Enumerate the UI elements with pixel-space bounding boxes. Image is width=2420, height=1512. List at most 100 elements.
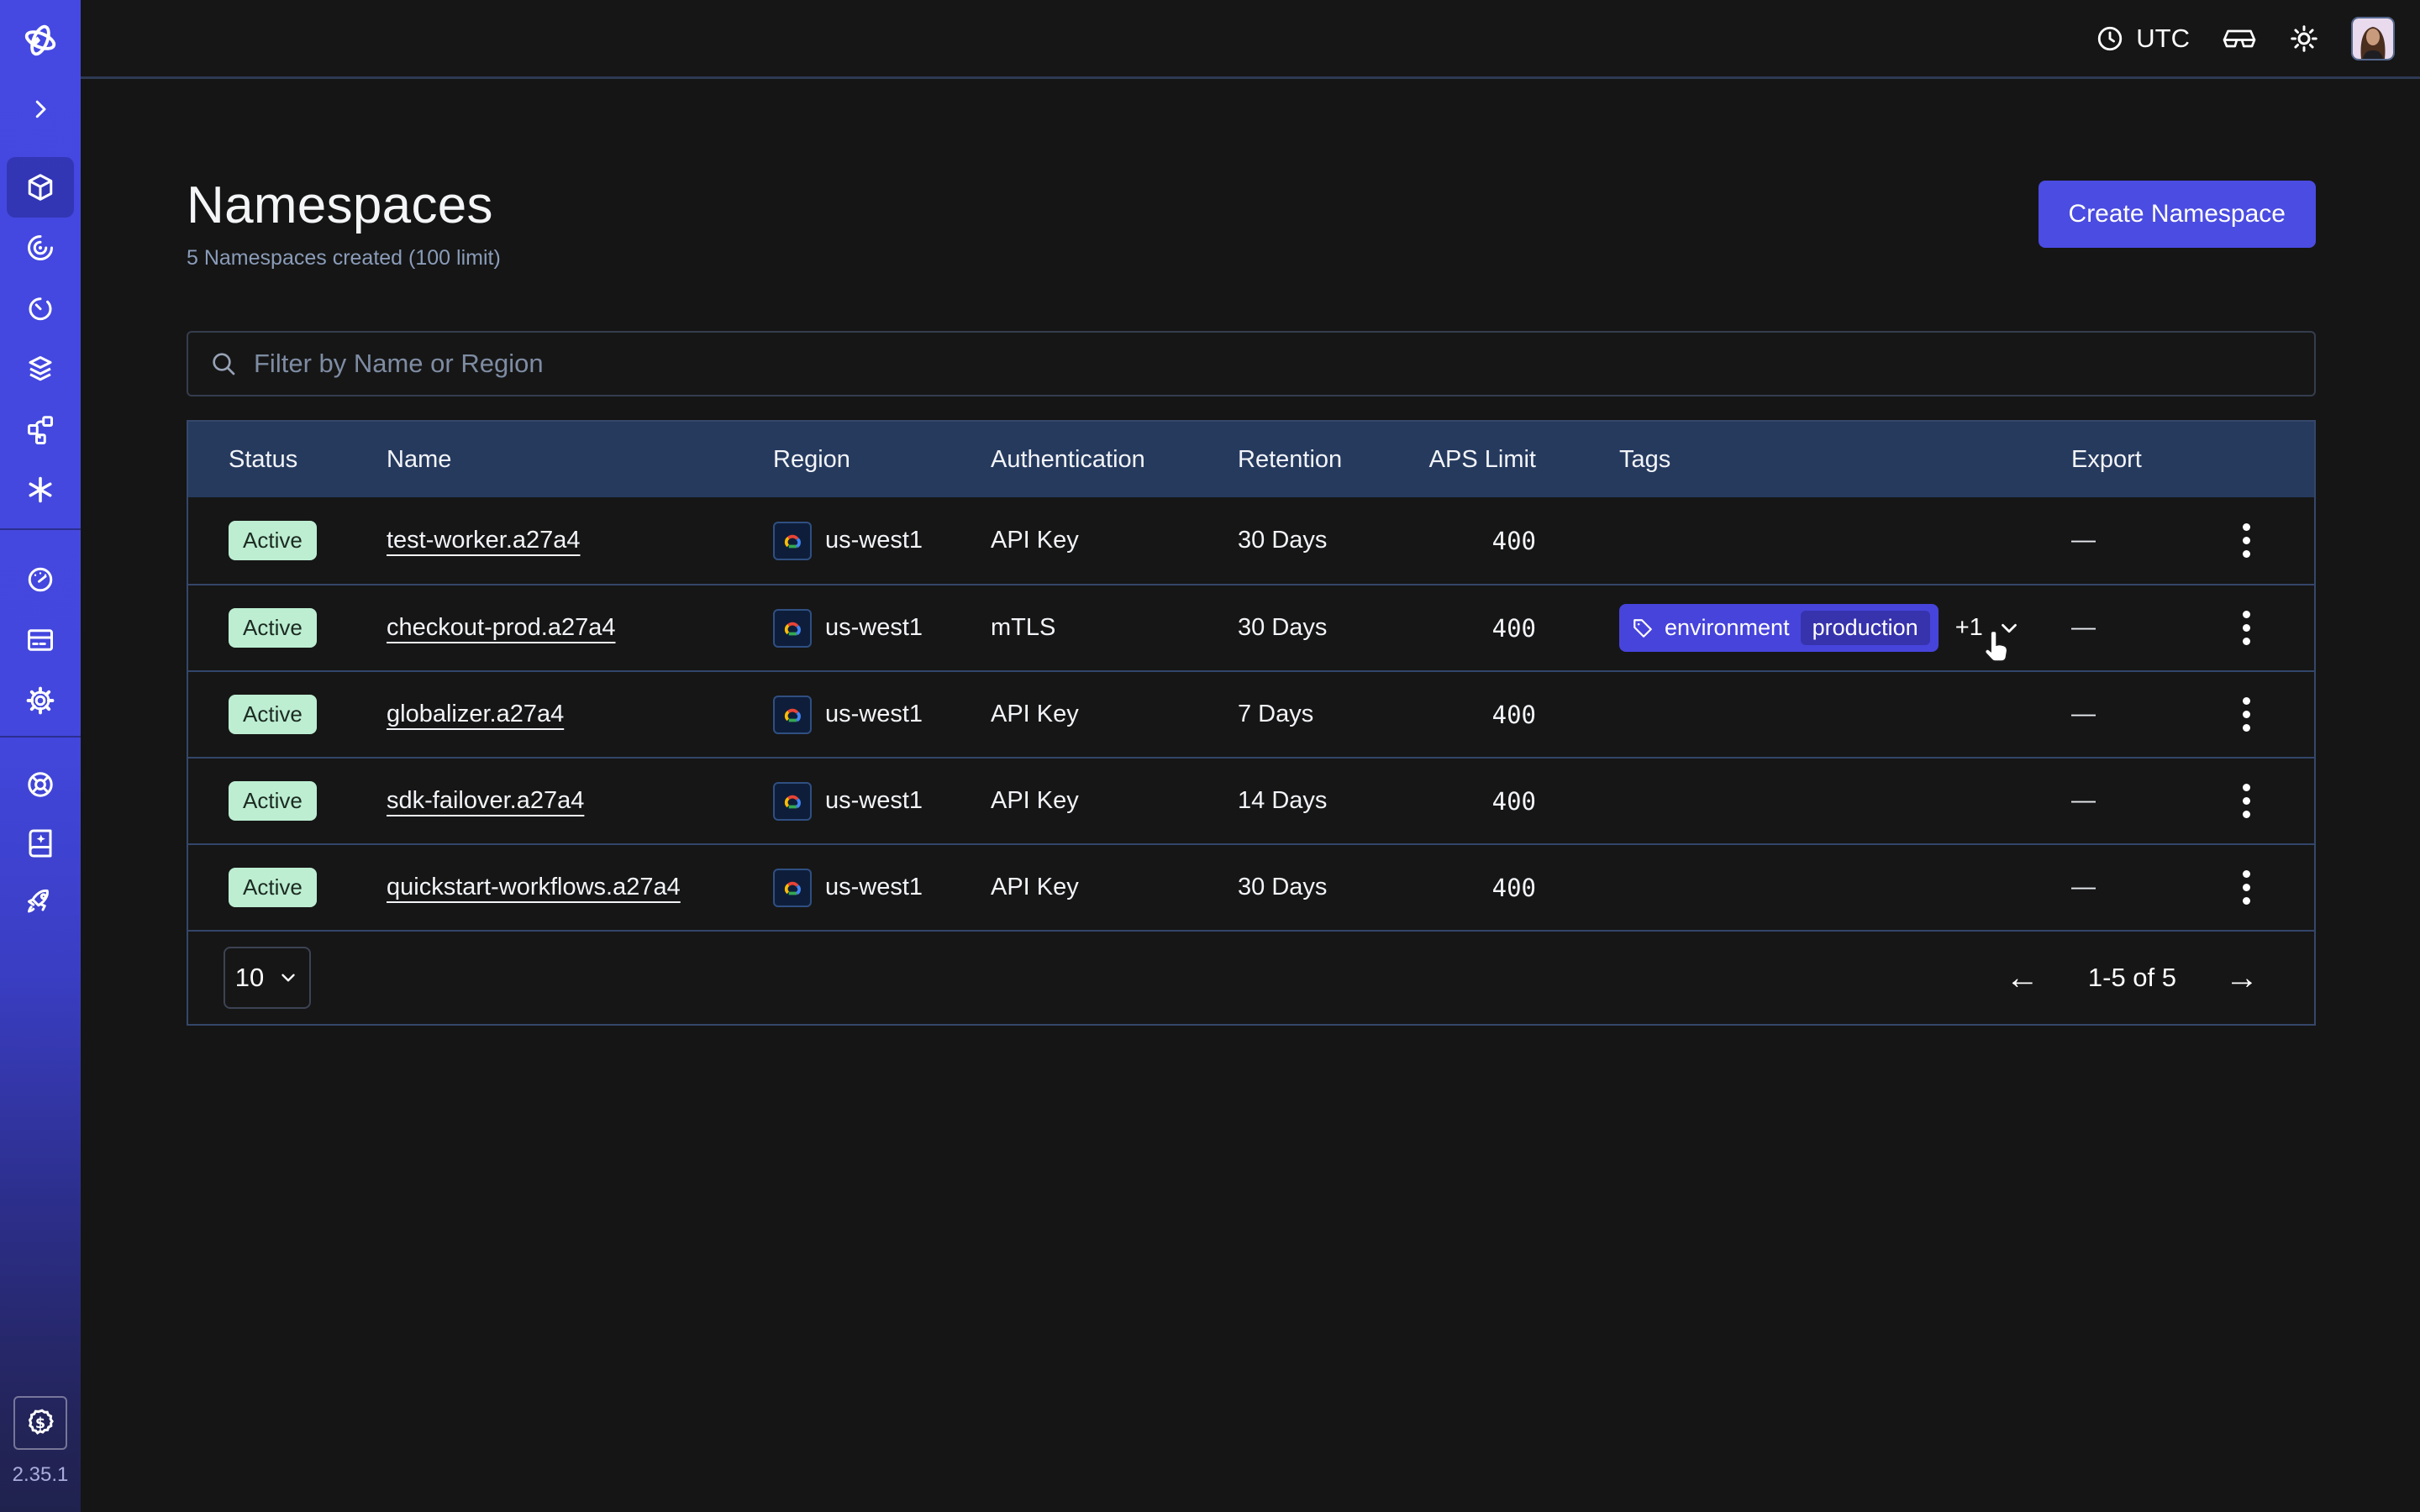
status-badge: Active [229,781,317,821]
user-avatar[interactable] [2351,17,2395,60]
sidebar-item-workflows[interactable] [7,218,74,278]
glasses-icon[interactable] [2222,26,2257,51]
search-icon [210,350,237,377]
tag-value: production [1801,611,1930,645]
column-header-name: Name [387,446,773,474]
tags-more-count: +1 [1955,614,1983,642]
namespace-count-subtitle: 5 Namespaces created (100 limit) [187,246,501,270]
theme-toggle-sun-icon[interactable] [2289,24,2319,54]
table-row: Active checkout-prod.a27a4 us-west1 mTLS… [188,584,2314,670]
authentication-value: API Key [991,701,1238,728]
create-namespace-button[interactable]: Create Namespace [2039,181,2316,248]
retention-value: 14 Days [1238,787,1423,815]
sidebar-item-support[interactable] [7,755,74,814]
retention-value: 30 Days [1238,874,1423,901]
tags-expand-control[interactable]: +1 [1955,614,2022,642]
rocket-icon [25,887,55,917]
timezone-label: UTC [2136,24,2190,54]
next-page-button[interactable]: → [2225,961,2259,995]
table-footer: 10 ← 1-5 of 5 → [188,930,2314,1024]
book-sparkle-icon [25,828,55,858]
page-size-select[interactable]: 10 [224,947,311,1009]
sidebar-item-settings[interactable] [7,670,74,731]
namespace-name-link[interactable]: test-worker.a27a4 [387,527,581,554]
workflows-spiral-icon [25,233,55,263]
status-badge: Active [229,608,317,648]
retention-value: 7 Days [1238,701,1423,728]
clock-icon [2096,24,2124,53]
table-header-row: Status Name Region Authentication Retent… [188,422,2314,497]
retention-value: 30 Days [1238,527,1423,554]
table-row: Active globalizer.a27a4 us-west1 API Key… [188,670,2314,757]
namespace-name-link[interactable]: checkout-prod.a27a4 [387,614,615,641]
table-row: Active test-worker.a27a4 us-west1 API Ke… [188,497,2314,584]
aps-limit-value: 400 [1423,701,1536,729]
prev-page-button[interactable]: ← [2006,961,2039,995]
pagination-range-label: 1-5 of 5 [2088,963,2176,993]
svg-text:$: $ [35,1415,45,1432]
aps-limit-value: 400 [1423,527,1536,555]
sidebar-item-docs[interactable] [7,814,74,873]
aps-limit-value: 400 [1423,874,1536,902]
sidebar-expand-chevron-icon[interactable] [28,87,53,131]
billing-card-icon [25,625,55,655]
aps-limit-value: 400 [1423,614,1536,643]
column-header-region: Region [773,446,991,474]
app-version: 2.35.1 [13,1463,69,1512]
page-title: Namespaces [187,176,501,235]
namespace-name-link[interactable]: quickstart-workflows.a27a4 [387,874,681,900]
sidebar-item-namespaces[interactable] [7,157,74,218]
column-header-export: Export [2071,446,2199,474]
lifebuoy-icon [25,769,55,800]
layers-icon [25,354,55,384]
chevron-down-icon [277,967,299,989]
workflow-branch-icon [25,414,55,444]
region-label: us-west1 [825,787,923,815]
gear-icon [25,685,55,716]
sidebar-item-getting-started[interactable] [7,873,74,932]
asterisk-icon [25,475,55,505]
topbar: UTC [81,0,2420,79]
filter-bar [187,331,2316,396]
sidebar-item-deployments[interactable] [7,339,74,399]
authentication-value: API Key [991,527,1238,554]
table-body: Active test-worker.a27a4 us-west1 API Ke… [188,497,2314,930]
gauge-icon [25,564,55,595]
tag-pill[interactable]: environment production [1619,604,1939,652]
sidebar-item-billing[interactable] [7,610,74,670]
namespace-name-link[interactable]: globalizer.a27a4 [387,701,564,727]
sidebar-item-usage[interactable] [7,549,74,610]
row-actions-kebab-button[interactable] [2238,692,2255,737]
authentication-value: API Key [991,874,1238,901]
sidebar-item-batch-operations[interactable] [7,399,74,459]
filter-input[interactable] [254,349,2292,379]
credits-dollar-button[interactable]: $ [13,1396,67,1450]
sidebar-item-nexus[interactable] [7,459,74,520]
tag-key: environment [1665,615,1790,641]
main-content: Namespaces 5 Namespaces created (100 lim… [81,81,2420,1512]
column-header-tags: Tags [1536,438,2071,480]
sidebar-item-schedules[interactable] [7,278,74,339]
region-label: us-west1 [825,614,923,642]
temporal-logo-icon[interactable] [21,0,60,81]
row-actions-kebab-button[interactable] [2238,518,2255,563]
status-badge: Active [229,695,317,734]
gcp-region-icon [773,609,812,648]
row-actions-kebab-button[interactable] [2238,606,2255,650]
retention-value: 30 Days [1238,614,1423,642]
export-value: — [2071,527,2199,554]
export-value: — [2071,614,2199,642]
column-header-retention: Retention [1238,446,1423,474]
column-header-status: Status [229,446,387,474]
row-actions-kebab-button[interactable] [2238,865,2255,910]
chevron-down-icon [1996,616,2022,641]
column-header-authentication: Authentication [991,446,1238,474]
gcp-region-icon [773,522,812,560]
region-label: us-west1 [825,874,923,901]
row-actions-kebab-button[interactable] [2238,779,2255,823]
namespace-name-link[interactable]: sdk-failover.a27a4 [387,787,584,814]
column-header-aps-limit: APS Limit [1423,446,1536,474]
authentication-value: API Key [991,787,1238,815]
page-size-value: 10 [235,963,264,993]
timezone-selector[interactable]: UTC [2096,24,2190,54]
